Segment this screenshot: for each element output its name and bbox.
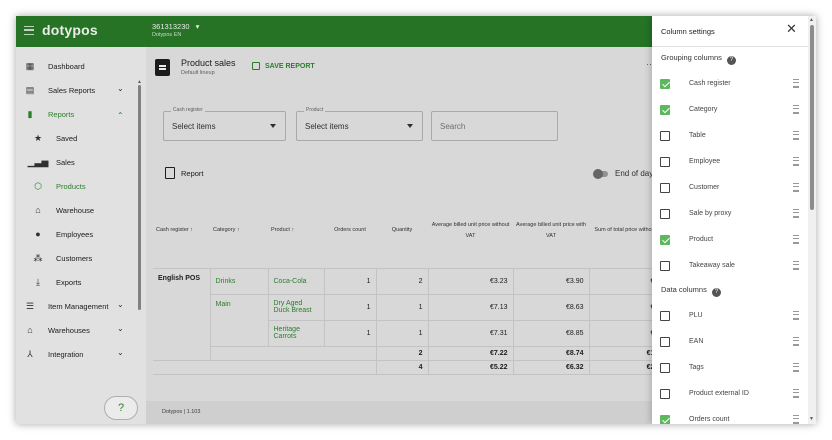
scroll-thumb[interactable] [810, 25, 814, 210]
drag-handle-icon[interactable] [793, 415, 799, 424]
panel-scrollbar[interactable]: ▲ ▼ [808, 16, 816, 424]
column-option-label: Product [689, 236, 714, 243]
column-settings-panel: Column settings ✕ Grouping columns? Cash… [652, 16, 816, 424]
column-option[interactable]: Cash register [652, 72, 808, 96]
column-option-label: Table [689, 132, 706, 139]
modal-backdrop[interactable] [16, 16, 652, 424]
drag-handle-icon[interactable] [793, 79, 799, 88]
column-option[interactable]: PLU [652, 304, 808, 328]
column-option-label: Customer [689, 184, 720, 191]
data-columns-title: Data columns? [661, 285, 721, 297]
app-window: dotypos 361313230 ▾ Dotypos EN ▲ ▦ Dashb… [16, 16, 816, 424]
column-option-label: Product external ID [689, 390, 749, 397]
column-option-label: Category [689, 106, 718, 113]
checkbox[interactable] [660, 337, 670, 347]
column-option-label: Takeaway sale [689, 262, 735, 269]
column-option-label: PLU [689, 312, 703, 319]
checkbox[interactable] [660, 183, 670, 193]
close-icon[interactable]: ✕ [786, 22, 797, 35]
drag-handle-icon[interactable] [793, 235, 799, 244]
checkbox[interactable] [660, 131, 670, 141]
column-option[interactable]: EAN [652, 330, 808, 354]
panel-divider [652, 46, 808, 47]
column-option[interactable]: Employee [652, 150, 808, 174]
column-option[interactable]: Tags [652, 356, 808, 380]
drag-handle-icon[interactable] [793, 363, 799, 372]
drag-handle-icon[interactable] [793, 261, 799, 270]
column-option[interactable]: Product [652, 228, 808, 252]
drag-handle-icon[interactable] [793, 183, 799, 192]
checkbox[interactable] [660, 105, 670, 115]
column-option[interactable]: Category [652, 98, 808, 122]
checkbox[interactable] [660, 235, 670, 245]
help-icon[interactable]: ? [711, 288, 721, 297]
drag-handle-icon[interactable] [793, 337, 799, 346]
column-option[interactable]: Product external ID [652, 382, 808, 406]
checkbox[interactable] [660, 209, 670, 219]
column-option-label: Sale by proxy [689, 210, 732, 217]
drag-handle-icon[interactable] [793, 157, 799, 166]
column-option-label: Tags [689, 364, 704, 371]
checkbox[interactable] [660, 363, 670, 373]
checkbox[interactable] [660, 79, 670, 89]
column-option-label: Orders count [689, 416, 730, 423]
checkbox[interactable] [660, 415, 670, 424]
column-option[interactable]: Orders count [652, 408, 808, 424]
panel-title: Column settings [661, 27, 715, 36]
checkbox[interactable] [660, 261, 670, 271]
column-option[interactable]: Table [652, 124, 808, 148]
column-option-label: Employee [689, 158, 721, 165]
checkbox[interactable] [660, 389, 670, 399]
scroll-down-icon[interactable]: ▼ [809, 416, 814, 422]
checkbox[interactable] [660, 157, 670, 167]
column-option-label: Cash register [689, 80, 731, 87]
column-option[interactable]: Customer [652, 176, 808, 200]
drag-handle-icon[interactable] [793, 209, 799, 218]
checkbox[interactable] [660, 311, 670, 321]
drag-handle-icon[interactable] [793, 389, 799, 398]
grouping-columns-title: Grouping columns? [661, 53, 736, 65]
scroll-up-icon[interactable]: ▲ [809, 17, 814, 23]
column-option[interactable]: Sale by proxy [652, 202, 808, 226]
drag-handle-icon[interactable] [793, 105, 799, 114]
drag-handle-icon[interactable] [793, 311, 799, 320]
column-option[interactable]: Takeaway sale [652, 254, 808, 278]
drag-handle-icon[interactable] [793, 131, 799, 140]
help-icon[interactable]: ? [726, 56, 736, 65]
column-option-label: EAN [689, 338, 704, 345]
